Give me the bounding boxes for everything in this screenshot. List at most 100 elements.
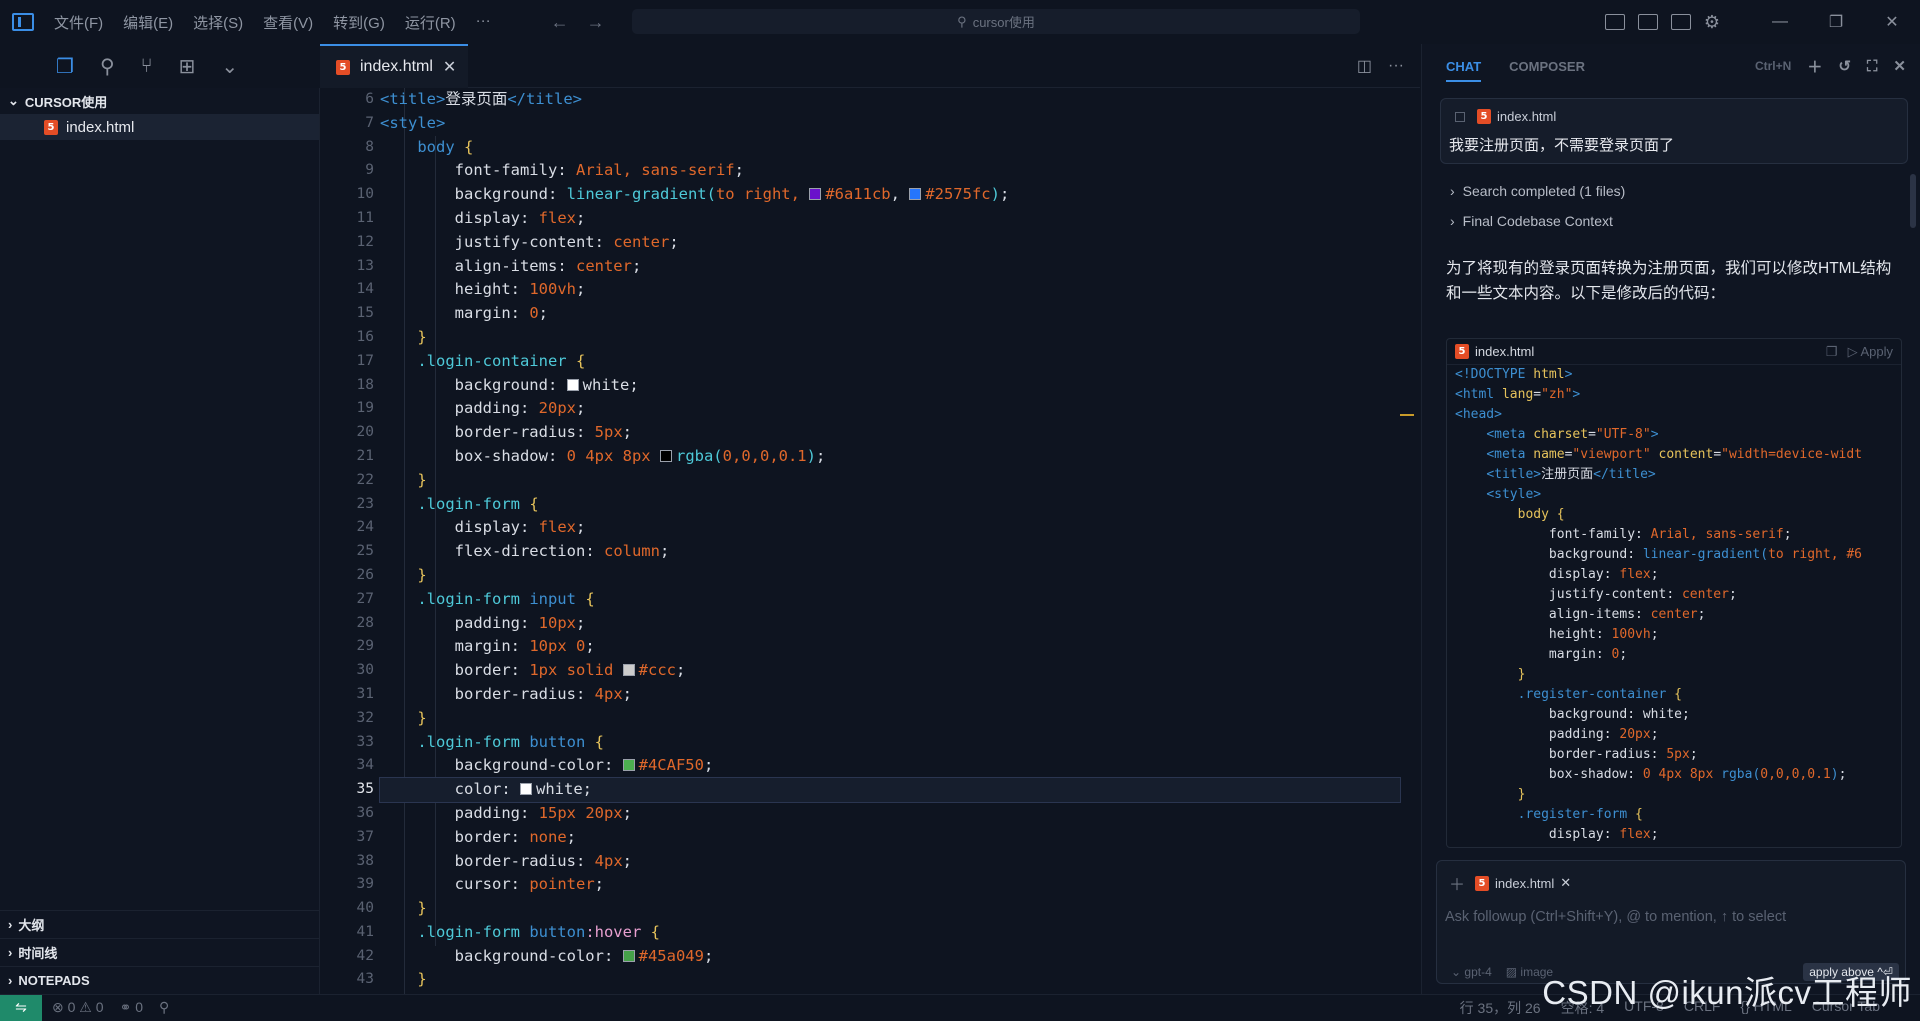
code-line[interactable]: background-color: #4CAF50; <box>380 754 1400 778</box>
code-line[interactable]: display: flex; <box>380 207 1400 231</box>
model-selector[interactable]: ⌄ gpt-4 <box>1451 965 1492 979</box>
toggle-panel-icon[interactable] <box>1638 14 1658 30</box>
ports-indicator[interactable]: ⚭ 0 <box>120 999 143 1016</box>
code-line[interactable]: display: flex; <box>380 516 1400 540</box>
context-chip[interactable]: 5 index.html <box>1455 109 1899 124</box>
code-line[interactable]: padding: 20px; <box>380 397 1400 421</box>
color-swatch[interactable] <box>520 783 532 795</box>
color-swatch[interactable] <box>623 664 635 676</box>
menu-item[interactable]: 查看(V) <box>263 12 313 33</box>
code-line[interactable]: border: 1px solid #ccc; <box>380 659 1400 683</box>
color-swatch[interactable] <box>567 379 579 391</box>
code-line[interactable]: .login-form { <box>380 493 1400 517</box>
tab-index-html[interactable]: 5 index.html ✕ <box>320 44 468 88</box>
color-swatch[interactable] <box>909 188 921 200</box>
cursor-position[interactable]: 行 35，列 26 <box>1460 998 1541 1018</box>
more-actions-icon[interactable]: ··· <box>1388 57 1404 75</box>
code-line[interactable]: justify-content: center; <box>380 231 1400 255</box>
code-line[interactable]: border-radius: 4px; <box>380 683 1400 707</box>
notepads-section[interactable]: › NOTEPADS <box>0 966 319 994</box>
menu-item[interactable]: ··· <box>476 12 491 33</box>
add-context-icon[interactable]: ＋ <box>1449 871 1465 895</box>
codebase-context-step[interactable]: › Final Codebase Context <box>1422 206 1920 236</box>
code-line[interactable]: .login-form button:hover { <box>380 921 1400 945</box>
search-view-icon[interactable]: ⚲ <box>100 54 115 79</box>
color-swatch[interactable] <box>623 950 635 962</box>
code-line[interactable]: color: white; <box>380 778 1400 802</box>
chevron-down-icon[interactable]: ⌄ <box>221 54 238 79</box>
user-message[interactable]: 5 index.html 我要注册页面，不需要登录页面了 <box>1440 98 1908 164</box>
code-line[interactable]: height: 100vh; <box>380 278 1400 302</box>
new-chat-icon[interactable]: ＋ <box>1807 56 1822 77</box>
code-line[interactable]: } <box>380 469 1400 493</box>
code-editor[interactable]: 6789101112131415161718192021222324252627… <box>320 88 1420 994</box>
code-line[interactable]: } <box>380 707 1400 731</box>
remote-icon[interactable]: ⇋ <box>0 995 42 1021</box>
explorer-folder-header[interactable]: ⌄ CURSOR使用 <box>0 88 319 114</box>
code-line[interactable]: } <box>380 326 1400 350</box>
copy-icon[interactable]: ❐ <box>1826 344 1838 360</box>
split-editor-icon[interactable]: ◫ <box>1357 56 1372 76</box>
code-line[interactable]: <title>登录页面</title> <box>380 88 1400 112</box>
code-line[interactable]: flex-direction: column; <box>380 540 1400 564</box>
color-swatch[interactable] <box>809 188 821 200</box>
code-line[interactable]: margin: 0; <box>380 302 1400 326</box>
explorer-file-item[interactable]: 5 index.html <box>0 114 319 140</box>
menu-item[interactable]: 文件(F) <box>54 12 103 33</box>
code-line[interactable]: <style> <box>380 112 1400 136</box>
code-line[interactable]: .login-form button { <box>380 731 1400 755</box>
code-line[interactable]: background: linear-gradient(to right, #6… <box>380 183 1400 207</box>
code-line[interactable]: .login-form input { <box>380 588 1400 612</box>
code-line[interactable]: } <box>380 968 1400 992</box>
toggle-secondary-sidebar-icon[interactable] <box>1671 14 1691 30</box>
code-line[interactable]: border-radius: 5px; <box>380 421 1400 445</box>
code-line[interactable]: font-family: Arial, sans-serif; <box>380 159 1400 183</box>
outline-section[interactable]: › 大纲 <box>0 910 319 938</box>
forward-arrow-icon[interactable]: → <box>587 12 605 33</box>
color-swatch[interactable] <box>623 759 635 771</box>
close-window-button[interactable]: ✕ <box>1864 12 1920 32</box>
menu-item[interactable]: 编辑(E) <box>123 12 173 33</box>
code-line[interactable]: margin: 10px 0; <box>380 635 1400 659</box>
restore-button[interactable]: ❐ <box>1808 12 1864 32</box>
maximize-icon[interactable]: ⛶ <box>1867 58 1878 75</box>
extensions-icon[interactable]: ⊞ <box>179 54 196 79</box>
code-line[interactable]: cursor: pointer; <box>380 873 1400 897</box>
code-line[interactable]: .login-container { <box>380 350 1400 374</box>
code-line[interactable]: box-shadow: 0 4px 8px rgba(0,0,0,0.1); <box>380 445 1400 469</box>
apply-button[interactable]: ▷ Apply <box>1848 344 1893 360</box>
remove-chip-icon[interactable]: ✕ <box>1560 875 1571 891</box>
code-line[interactable]: border: none; <box>380 826 1400 850</box>
timeline-section[interactable]: › 时间线 <box>0 938 319 966</box>
code-line[interactable]: border-radius: 4px; <box>380 850 1400 874</box>
problems-indicator[interactable]: ⊗ 0 ⚠ 0 <box>52 999 104 1016</box>
chat-scrollbar[interactable] <box>1910 174 1916 228</box>
debug-icon[interactable]: ⚲ <box>159 999 169 1016</box>
toggle-primary-sidebar-icon[interactable] <box>1605 14 1625 30</box>
code-line[interactable]: padding: 15px 20px; <box>380 802 1400 826</box>
code-line[interactable]: padding: 10px; <box>380 612 1400 636</box>
code-line[interactable]: } <box>380 564 1400 588</box>
color-swatch[interactable] <box>660 450 672 462</box>
search-completed-step[interactable]: › Search completed (1 files) <box>1422 176 1920 206</box>
followup-input[interactable]: Ask followup (Ctrl+Shift+Y), @ to mentio… <box>1445 909 1905 925</box>
tab-composer[interactable]: COMPOSER <box>1509 59 1585 74</box>
minimize-button[interactable]: — <box>1752 13 1808 31</box>
source-control-icon[interactable]: ⑂ <box>141 55 153 78</box>
menu-item[interactable]: 转到(G) <box>333 12 385 33</box>
menu-item[interactable]: 选择(S) <box>193 12 243 33</box>
gear-icon[interactable]: ⚙ <box>1704 12 1720 33</box>
command-center-search[interactable]: ⚲ cursor使用 <box>632 9 1360 34</box>
code-line[interactable]: background-color: #45a049; <box>380 945 1400 969</box>
close-tab-icon[interactable]: ✕ <box>443 57 456 77</box>
tab-chat[interactable]: CHAT <box>1446 59 1481 82</box>
code-line[interactable]: background: white; <box>380 374 1400 398</box>
code-line[interactable]: } <box>380 897 1400 921</box>
code-line[interactable]: align-items: center; <box>380 255 1400 279</box>
back-arrow-icon[interactable]: ← <box>551 12 569 33</box>
history-icon[interactable]: ↺ <box>1838 57 1851 75</box>
composer-context-chip[interactable]: 5 index.html ✕ <box>1475 875 1571 891</box>
explorer-icon[interactable]: ❐ <box>56 54 74 79</box>
menu-item[interactable]: 运行(R) <box>405 12 456 33</box>
code-lines[interactable]: <title>登录页面</title><style> body { font-f… <box>380 88 1400 994</box>
